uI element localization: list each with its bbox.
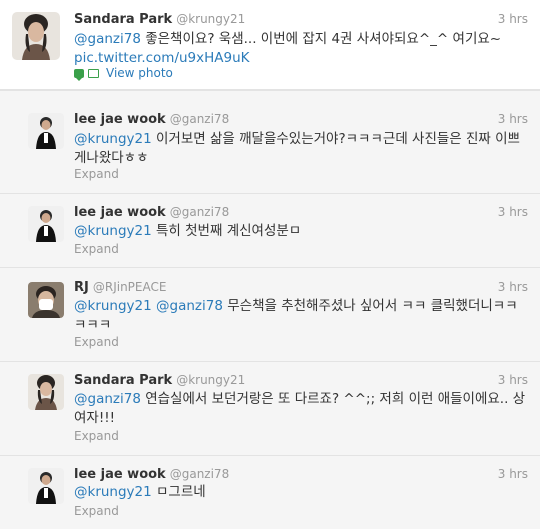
author-handle[interactable]: @RJinPEACE bbox=[93, 280, 167, 294]
reply-tweet[interactable]: lee jae wook @ganzi78 3 hrs @krungy21 이거보… bbox=[0, 90, 540, 194]
author-handle[interactable]: @ganzi78 bbox=[170, 112, 229, 126]
avatar[interactable] bbox=[28, 206, 64, 242]
mention-link[interactable]: @ganzi78 bbox=[74, 391, 141, 407]
tweet-text: @ganzi78 연습실에서 보던거랑은 또 다르죠? ^^;; 저희 이런 애… bbox=[74, 390, 528, 428]
author-name[interactable]: Sandara Park bbox=[74, 12, 172, 27]
timestamp[interactable]: 3 hrs bbox=[498, 280, 528, 294]
mention-link[interactable]: @krungy21 bbox=[74, 484, 152, 500]
avatar[interactable] bbox=[28, 113, 64, 149]
reply-tweet[interactable]: RJ @RJinPEACE 3 hrs @krungy21 @ganzi78 무슨… bbox=[0, 268, 540, 362]
mention-link-2[interactable]: @ganzi78 bbox=[156, 298, 223, 314]
expand-link[interactable]: Expand bbox=[74, 242, 119, 256]
tweet-text: @krungy21 특히 첫번째 계신여성분ㅁ bbox=[74, 222, 528, 241]
reply-tweet[interactable]: Sandara Park @krungy21 3 hrs @ganzi78 연습실… bbox=[0, 362, 540, 456]
tweet-body: 특히 첫번째 계신여성분ㅁ bbox=[151, 223, 302, 239]
expand-link[interactable]: Expand bbox=[74, 167, 119, 181]
conversation-thread: Sandara Park @krungy21 3 hrs @ganzi78 좋은책… bbox=[0, 0, 540, 529]
author-handle[interactable]: @krungy21 bbox=[176, 12, 245, 26]
author-name[interactable]: RJ bbox=[74, 280, 89, 295]
timestamp[interactable]: 3 hrs bbox=[498, 12, 528, 26]
avatar[interactable] bbox=[28, 374, 64, 410]
view-photo-link[interactable]: View photo bbox=[106, 66, 173, 80]
avatar[interactable] bbox=[12, 12, 60, 60]
reply-tweet[interactable]: lee jae wook @ganzi78 3 hrs @krungy21 ㅁ그르… bbox=[0, 456, 540, 529]
tweet-text: @krungy21 ㅁ그르네 bbox=[74, 483, 528, 502]
mention-link[interactable]: @ganzi78 bbox=[74, 31, 141, 47]
author-name[interactable]: lee jae wook bbox=[74, 467, 166, 482]
avatar[interactable] bbox=[28, 468, 64, 504]
tweet-body: ㅁ그르네 bbox=[151, 484, 206, 500]
author-name[interactable]: Sandara Park bbox=[74, 373, 172, 388]
expand-link[interactable]: Expand bbox=[74, 429, 119, 443]
timestamp[interactable]: 3 hrs bbox=[498, 112, 528, 126]
photo-icon bbox=[88, 68, 99, 78]
author-handle[interactable]: @ganzi78 bbox=[170, 205, 229, 219]
tweet-body: 좋은책이요? 욱샘... 이번에 잡지 4권 사셔야되요^_^ 여기요~ bbox=[140, 31, 502, 47]
author-name[interactable]: lee jae wook bbox=[74, 205, 166, 220]
photo-link[interactable]: pic.twitter.com/u9xHA9uK bbox=[74, 50, 250, 66]
expand-link[interactable]: Expand bbox=[74, 504, 119, 518]
timestamp[interactable]: 3 hrs bbox=[498, 467, 528, 481]
timestamp[interactable]: 3 hrs bbox=[498, 205, 528, 219]
mention-link[interactable]: @krungy21 bbox=[74, 223, 152, 239]
tweet-text: @ganzi78 좋은책이요? 욱샘... 이번에 잡지 4권 사셔야되요^_^… bbox=[74, 30, 528, 68]
tweet-main[interactable]: Sandara Park @krungy21 3 hrs @ganzi78 좋은책… bbox=[0, 0, 540, 90]
author-handle[interactable]: @krungy21 bbox=[176, 373, 245, 387]
mention-link[interactable]: @krungy21 bbox=[74, 131, 152, 147]
author-handle[interactable]: @ganzi78 bbox=[170, 467, 229, 481]
timestamp[interactable]: 3 hrs bbox=[498, 373, 528, 387]
tweet-body: 연습실에서 보던거랑은 또 다르죠? ^^;; 저희 이런 애들이에요.. 상여… bbox=[74, 391, 526, 426]
tweet-text: @krungy21 이거보면 삶을 깨달을수있는거야?ㅋㅋㅋ근데 사진들은 진짜… bbox=[74, 130, 528, 168]
expand-link[interactable]: Expand bbox=[74, 335, 119, 349]
conversation-icon bbox=[74, 68, 84, 81]
mention-link[interactable]: @krungy21 bbox=[74, 298, 152, 314]
view-photo-row[interactable]: View photo bbox=[74, 66, 173, 81]
reply-tweet[interactable]: lee jae wook @ganzi78 3 hrs @krungy21 특히 … bbox=[0, 194, 540, 268]
author-name[interactable]: lee jae wook bbox=[74, 112, 166, 127]
avatar[interactable] bbox=[28, 282, 64, 318]
tweet-text: @krungy21 @ganzi78 무슨책을 추천해주셨나 싶어서 ㅋㅋ 클릭… bbox=[74, 297, 528, 335]
